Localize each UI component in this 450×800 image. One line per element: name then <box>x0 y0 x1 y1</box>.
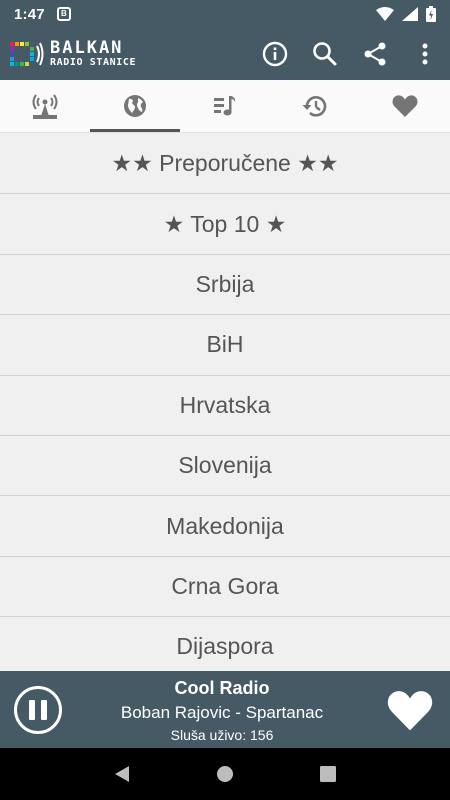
music-list-icon <box>214 96 236 116</box>
list-item[interactable]: BiH <box>0 315 450 376</box>
search-button[interactable] <box>300 28 350 80</box>
list-item[interactable]: Dijaspora <box>0 617 450 671</box>
status-icons <box>376 6 436 22</box>
home-icon <box>216 766 233 782</box>
favorite-button[interactable] <box>382 682 438 738</box>
heart-icon <box>392 95 418 117</box>
status-time: 1:47 <box>14 5 45 23</box>
app-bar: BALKAN RADIO STANICE <box>0 28 450 80</box>
recents-icon <box>320 766 337 782</box>
recents-button[interactable] <box>308 754 348 794</box>
globe-icon <box>124 95 146 117</box>
tab-favorites[interactable] <box>360 80 450 132</box>
station-name: Cool Radio <box>174 678 270 698</box>
history-icon <box>302 96 327 117</box>
list-item[interactable]: Crna Gora <box>0 557 450 618</box>
list-item[interactable]: Slovenija <box>0 436 450 497</box>
screen: 1:47 B BALKAN RADIO STANICE ★★ Preporuče… <box>0 0 450 800</box>
signal-icon <box>402 7 418 21</box>
list-item[interactable]: Makedonija <box>0 496 450 557</box>
app-notification-icon: B <box>56 7 71 21</box>
category-list[interactable]: ★★ Preporučene ★★ ★ Top 10 ★ Srbija BiH … <box>0 134 450 671</box>
list-item[interactable]: ★ Top 10 ★ <box>0 194 450 255</box>
logo-text: BALKAN RADIO STANICE <box>50 40 136 68</box>
tab-genres[interactable] <box>180 80 270 132</box>
app-bar-actions <box>250 28 450 80</box>
tab-stations[interactable] <box>0 80 90 132</box>
listener-count: Sluša uživo: 156 <box>170 727 274 743</box>
wifi-icon <box>376 7 394 21</box>
track-name: Boban Rajovic - Spartanac <box>120 703 324 722</box>
info-icon <box>262 41 288 67</box>
now-playing-bar: Cool Radio Boban Rajovic - Spartanac Slu… <box>0 671 450 748</box>
radio-tower-icon <box>32 94 58 119</box>
app-logo: BALKAN RADIO STANICE <box>8 38 136 70</box>
back-icon <box>114 766 129 782</box>
more-options-button[interactable] <box>400 28 450 80</box>
logo-title: BALKAN <box>50 38 124 58</box>
logo-mark-icon <box>8 38 46 70</box>
status-bar: 1:47 B <box>0 0 450 28</box>
list-item[interactable]: ★★ Preporučene ★★ <box>0 134 450 195</box>
info-button[interactable] <box>250 28 300 80</box>
pause-icon <box>29 699 35 720</box>
list-item[interactable]: Hrvatska <box>0 376 450 436</box>
more-vert-icon <box>422 43 428 65</box>
logo-subtitle: RADIO STANICE <box>50 57 137 68</box>
tab-history[interactable] <box>270 80 360 132</box>
list-item[interactable]: Srbija <box>0 255 450 316</box>
now-playing-info[interactable]: Cool Radio Boban Rajovic - Spartanac Slu… <box>62 676 382 743</box>
search-icon <box>313 42 337 66</box>
tab-bar <box>0 80 450 133</box>
home-button[interactable] <box>205 754 245 794</box>
share-button[interactable] <box>350 28 400 80</box>
system-nav-bar <box>0 748 450 800</box>
heart-icon <box>387 690 433 730</box>
pause-button[interactable] <box>14 685 62 734</box>
back-button[interactable] <box>102 754 142 794</box>
share-icon <box>364 42 386 66</box>
battery-icon <box>426 6 436 22</box>
tab-countries[interactable] <box>90 80 180 132</box>
pause-icon <box>41 699 47 720</box>
